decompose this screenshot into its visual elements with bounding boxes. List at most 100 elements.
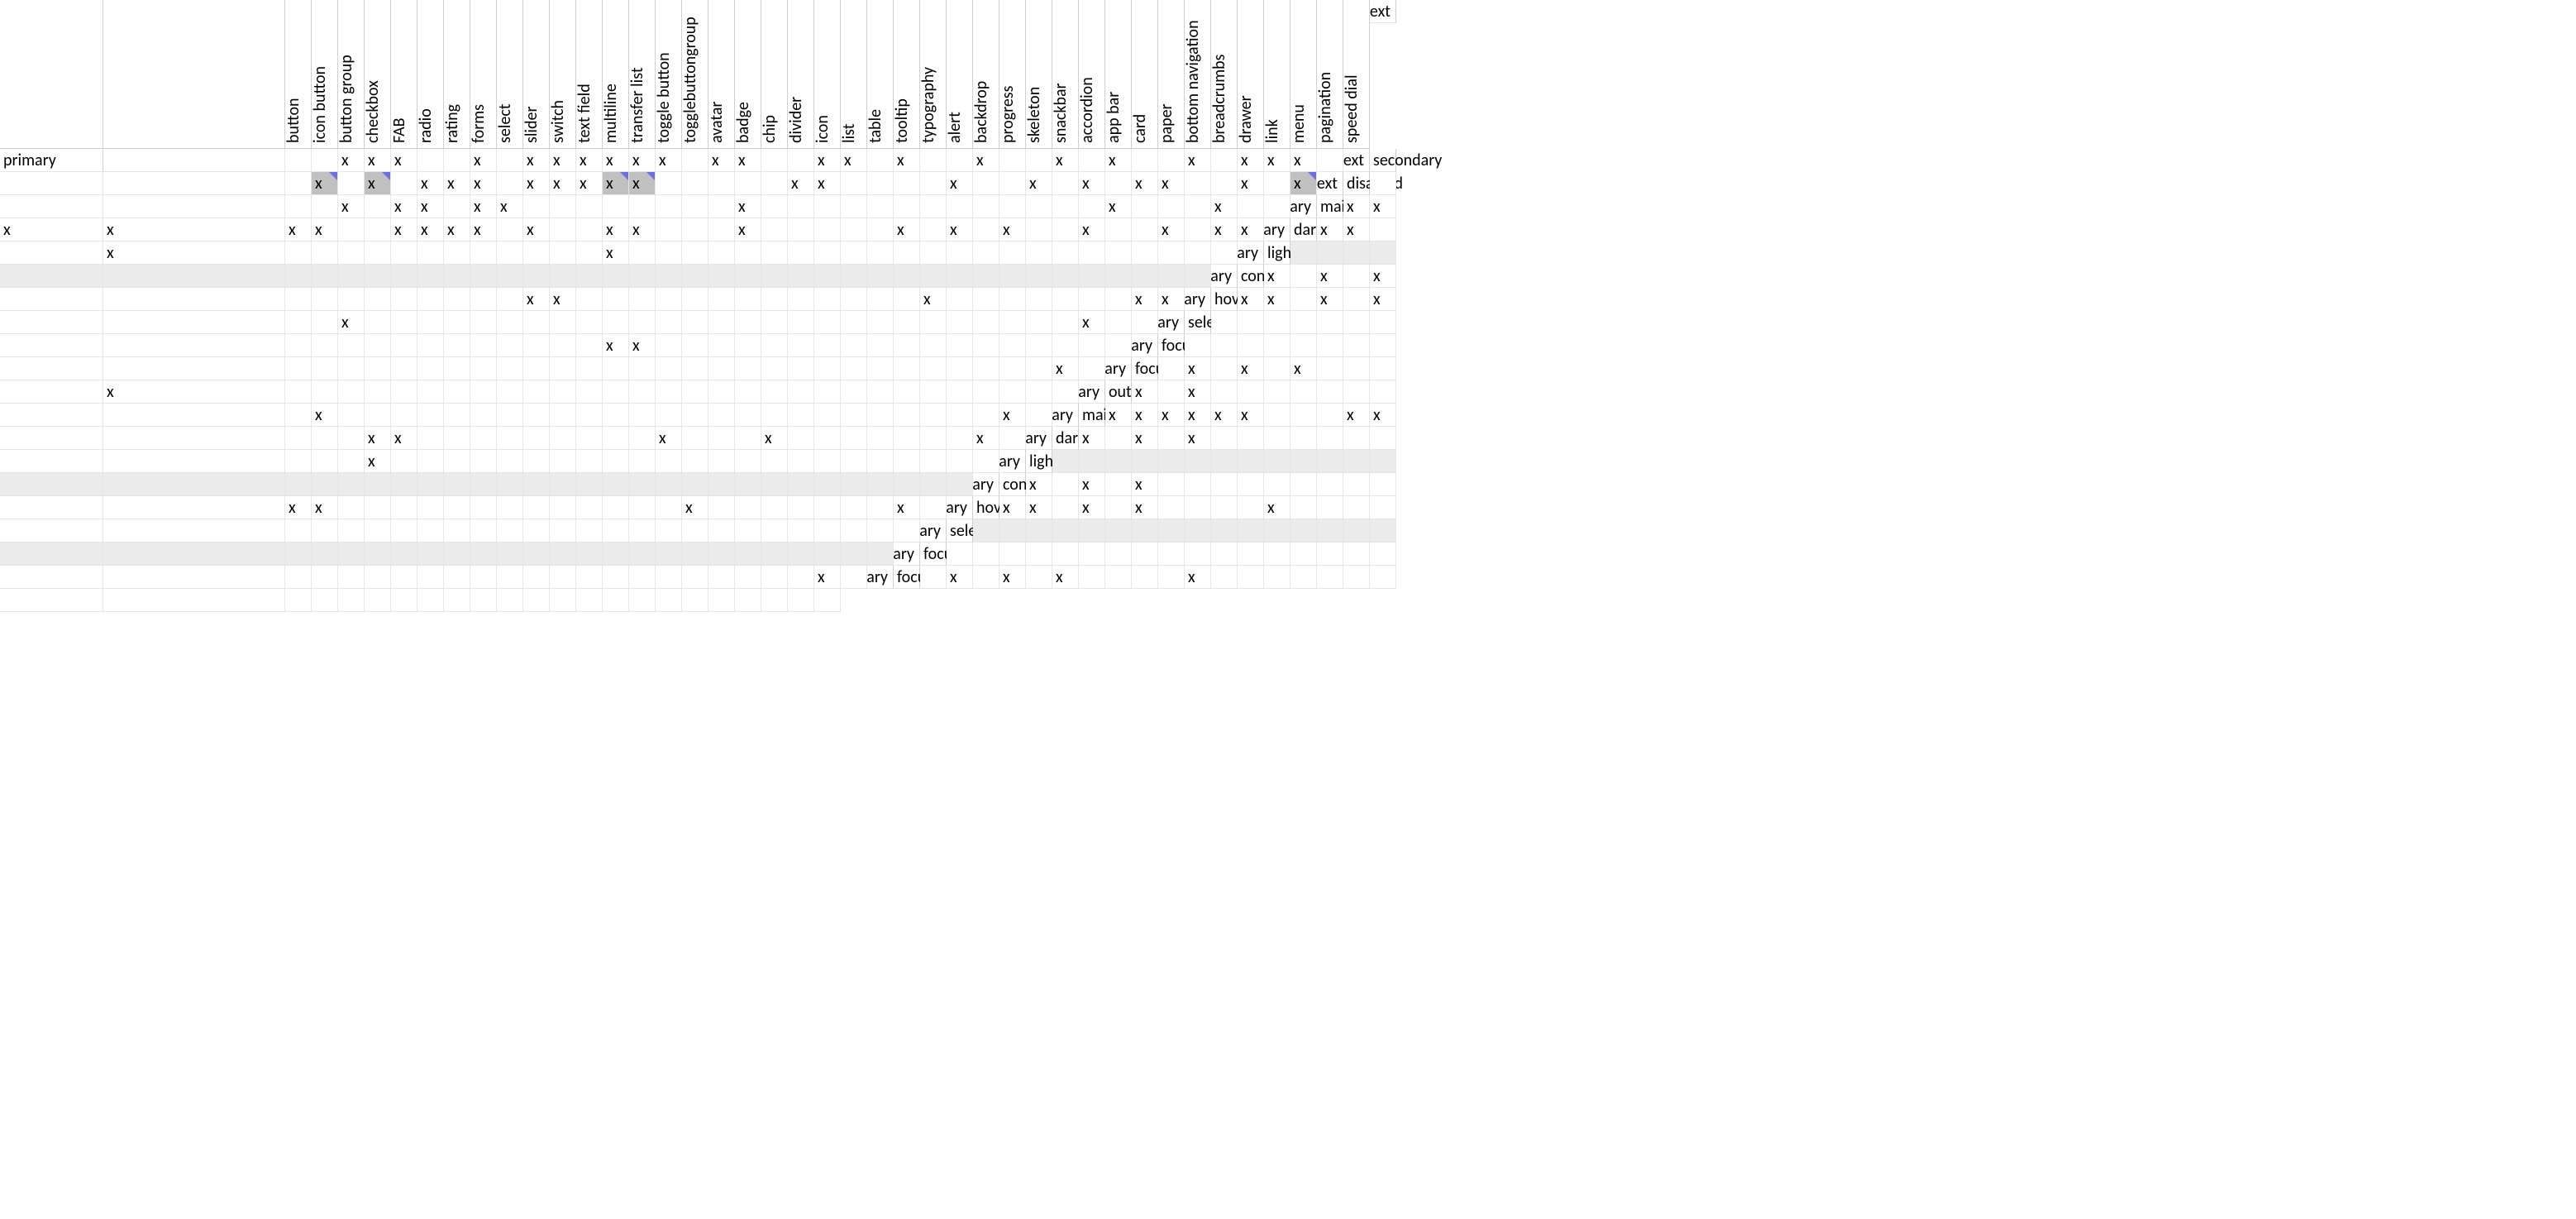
data-cell[interactable] xyxy=(603,450,629,473)
data-cell[interactable] xyxy=(365,288,391,311)
data-cell[interactable] xyxy=(1026,519,1052,543)
data-cell[interactable] xyxy=(470,334,497,357)
data-cell[interactable]: x xyxy=(1290,172,1317,195)
data-cell[interactable] xyxy=(497,265,523,288)
data-cell[interactable] xyxy=(761,357,788,380)
data-cell[interactable] xyxy=(576,473,603,496)
data-cell[interactable]: x xyxy=(1079,311,1105,334)
data-cell[interactable] xyxy=(497,172,523,195)
data-cell[interactable]: x xyxy=(1158,404,1185,427)
data-cell[interactable] xyxy=(285,380,312,404)
row-group-label[interactable]: primary xyxy=(1238,241,1264,265)
data-cell[interactable] xyxy=(1079,450,1105,473)
data-cell[interactable] xyxy=(312,473,338,496)
data-cell[interactable]: x xyxy=(0,218,103,241)
data-cell[interactable]: x xyxy=(1052,149,1079,172)
column-header[interactable]: accordion xyxy=(1079,0,1105,149)
data-cell[interactable] xyxy=(391,334,417,357)
data-cell[interactable] xyxy=(1052,311,1079,334)
row-token-label[interactable]: secondary xyxy=(1370,149,1396,172)
data-cell[interactable] xyxy=(285,149,312,172)
data-cell[interactable] xyxy=(920,473,947,496)
data-cell[interactable] xyxy=(708,218,735,241)
data-cell[interactable] xyxy=(338,218,365,241)
column-header[interactable]: togglebuttongroup xyxy=(682,0,708,149)
data-cell[interactable]: x xyxy=(576,149,603,172)
data-cell[interactable] xyxy=(1211,380,1238,404)
data-cell[interactable] xyxy=(1211,149,1238,172)
column-header[interactable]: backdrop xyxy=(973,0,999,149)
column-header[interactable]: transfer list xyxy=(629,0,656,149)
data-cell[interactable]: x xyxy=(444,172,470,195)
data-cell[interactable] xyxy=(708,357,735,380)
data-cell[interactable] xyxy=(1158,357,1185,380)
data-cell[interactable] xyxy=(1052,519,1079,543)
data-cell[interactable] xyxy=(1026,543,1052,566)
data-cell[interactable] xyxy=(867,218,894,241)
data-cell[interactable] xyxy=(417,496,444,519)
data-cell[interactable] xyxy=(788,473,814,496)
data-cell[interactable] xyxy=(894,265,920,288)
data-cell[interactable] xyxy=(947,427,973,450)
data-cell[interactable] xyxy=(1105,265,1132,288)
data-cell[interactable] xyxy=(338,473,365,496)
data-cell[interactable] xyxy=(444,427,470,450)
data-cell[interactable] xyxy=(1211,334,1238,357)
data-cell[interactable] xyxy=(285,450,312,473)
data-cell[interactable] xyxy=(603,473,629,496)
column-header[interactable]: app bar xyxy=(1105,0,1132,149)
data-cell[interactable] xyxy=(103,334,285,357)
data-cell[interactable] xyxy=(656,334,682,357)
data-cell[interactable] xyxy=(497,473,523,496)
data-cell[interactable]: x xyxy=(523,288,550,311)
column-header[interactable]: alert xyxy=(947,0,973,149)
data-cell[interactable]: x xyxy=(1079,172,1105,195)
data-cell[interactable] xyxy=(1317,241,1343,265)
data-cell[interactable] xyxy=(867,195,894,218)
data-cell[interactable] xyxy=(682,543,708,566)
data-cell[interactable] xyxy=(1317,450,1343,473)
data-cell[interactable] xyxy=(735,357,761,380)
data-cell[interactable] xyxy=(708,334,735,357)
data-cell[interactable] xyxy=(444,334,470,357)
row-group-label[interactable]: text xyxy=(1343,149,1370,172)
data-cell[interactable] xyxy=(365,380,391,404)
column-header[interactable]: list xyxy=(841,0,867,149)
data-cell[interactable] xyxy=(0,450,103,473)
data-cell[interactable]: x xyxy=(312,172,338,195)
data-cell[interactable] xyxy=(444,404,470,427)
data-cell[interactable] xyxy=(1026,380,1052,404)
data-cell[interactable] xyxy=(947,380,973,404)
data-cell[interactable] xyxy=(0,241,103,265)
data-cell[interactable] xyxy=(1264,404,1290,427)
data-cell[interactable] xyxy=(550,496,576,519)
data-cell[interactable] xyxy=(947,265,973,288)
data-cell[interactable] xyxy=(973,519,999,543)
data-cell[interactable]: x xyxy=(523,149,550,172)
data-cell[interactable] xyxy=(894,195,920,218)
data-cell[interactable] xyxy=(391,172,417,195)
data-cell[interactable] xyxy=(576,543,603,566)
data-cell[interactable] xyxy=(1052,241,1079,265)
data-cell[interactable]: x xyxy=(470,149,497,172)
data-cell[interactable] xyxy=(417,404,444,427)
data-cell[interactable] xyxy=(550,404,576,427)
data-cell[interactable]: x xyxy=(550,288,576,311)
data-cell[interactable] xyxy=(497,427,523,450)
data-cell[interactable] xyxy=(1132,195,1158,218)
data-cell[interactable] xyxy=(814,288,841,311)
data-cell[interactable] xyxy=(1211,496,1238,519)
data-cell[interactable] xyxy=(497,404,523,427)
data-cell[interactable] xyxy=(920,195,947,218)
data-cell[interactable] xyxy=(867,380,894,404)
data-cell[interactable] xyxy=(576,357,603,380)
data-cell[interactable] xyxy=(470,427,497,450)
data-cell[interactable] xyxy=(285,427,312,450)
data-cell[interactable] xyxy=(814,543,841,566)
data-cell[interactable] xyxy=(603,404,629,427)
data-cell[interactable] xyxy=(470,241,497,265)
data-cell[interactable] xyxy=(629,288,656,311)
data-cell[interactable] xyxy=(1026,334,1052,357)
data-cell[interactable] xyxy=(1158,265,1185,288)
data-cell[interactable] xyxy=(841,404,867,427)
